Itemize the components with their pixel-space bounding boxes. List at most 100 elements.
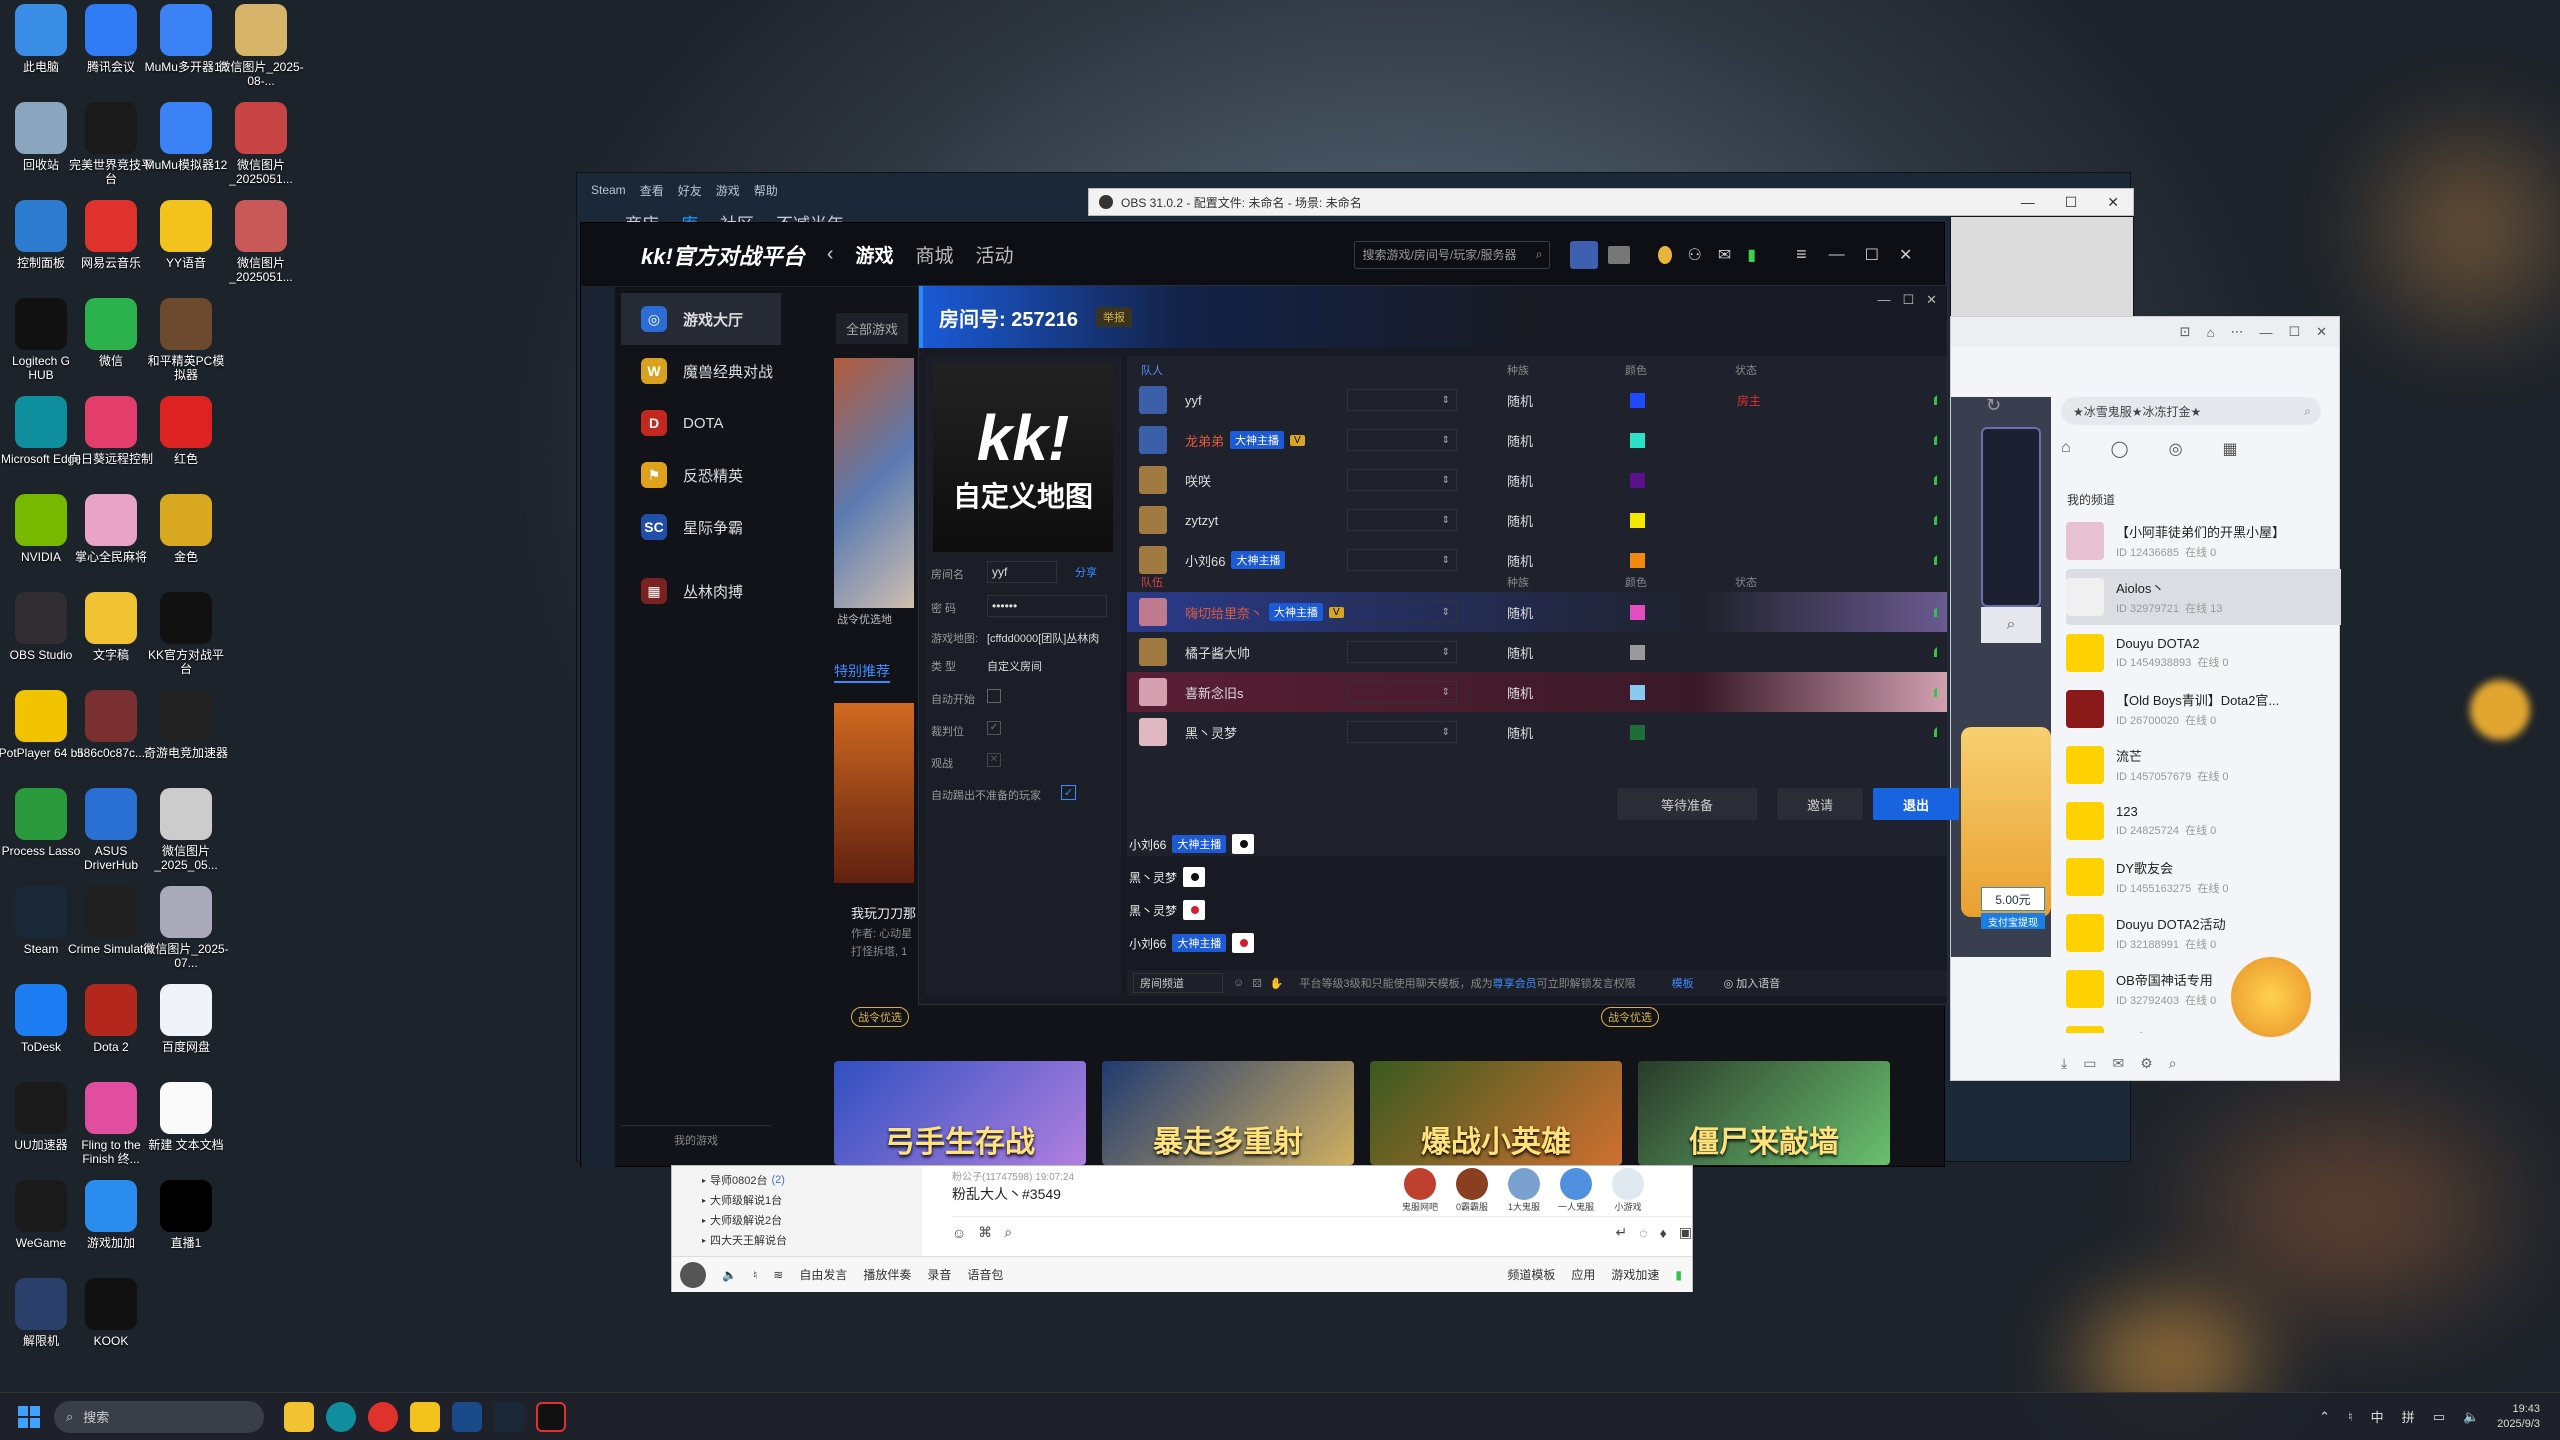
desktop-icon[interactable]: 奇游电竞加速器 [141,690,231,786]
report-button[interactable]: 举报 [1095,307,1132,327]
room-name-input[interactable]: yyf [987,561,1057,583]
yy-icon[interactable] [410,1401,440,1432]
download-icon[interactable]: ⤓ [2061,1055,2067,1072]
accompany-button[interactable]: 播放伴奏 [863,1266,911,1283]
slot-select[interactable]: ⇕ [1347,681,1457,703]
game-banner[interactable]: 僵尸来敲墙 [1638,1061,1890,1165]
volume-icon[interactable]: 🔈 [2463,1409,2479,1425]
channel-item[interactable]: 流芒 ID 1457057679 在线 0 [2066,737,2341,793]
steam-menu-friends[interactable]: 好友 [678,182,702,199]
race-value[interactable]: 随机 [1507,723,1547,742]
enter-icon[interactable]: ↵ [1616,1224,1628,1241]
guest-avatar[interactable]: 0霸霸服 [1449,1168,1495,1213]
skin-icon[interactable]: ⌂ [2207,325,2215,340]
nav-games[interactable]: 游戏 [855,241,893,268]
search-icon[interactable]: ⌕ [2304,404,2311,419]
nav-events[interactable]: 活动 [976,241,1014,268]
color-swatch[interactable] [1630,552,1645,568]
explorer-icon[interactable] [284,1401,314,1432]
channel-item[interactable]: Aiolos丶 ID 32979721 在线 13 [2066,569,2341,625]
color-swatch[interactable] [1630,512,1645,528]
channel-tree-item[interactable]: ▸ 大师级解说2台 [702,1210,892,1230]
minimize-icon[interactable]: — [1829,246,1845,264]
race-value[interactable]: 随机 [1507,683,1547,702]
player-row[interactable]: 龙弟弟 大神主播 V ⇕ 随机 [1127,420,1947,460]
chevron-up-icon[interactable]: ⌃ [2319,1409,2330,1425]
mic-icon[interactable]: ♦ [1660,1225,1667,1241]
steam-menu-help[interactable]: 帮助 [754,182,778,199]
start-icon[interactable] [18,1405,40,1428]
player-row[interactable]: 咲咲 ⇕ 随机 [1127,460,1947,500]
player-row[interactable]: 喜新念旧s ⇕ 随机 [1127,672,1947,712]
desktop-icon[interactable]: 红色 [141,396,231,492]
guest-avatar[interactable]: 小游戏 [1605,1168,1651,1213]
player-row[interactable]: 小刘66 大神主播 ⇕ 随机 [1127,540,1947,580]
clock[interactable]: 19:43 2025/9/3 [2497,1402,2540,1432]
close-icon[interactable]: ✕ [1926,292,1937,308]
race-value[interactable]: 随机 [1507,471,1547,490]
desktop-icon[interactable]: 微信图片_2025_05... [141,788,231,884]
race-value[interactable]: 随机 [1507,551,1547,570]
game-icon[interactable]: ⌘ [978,1224,992,1241]
hero-banner[interactable] [834,358,914,608]
back-icon[interactable]: ‹ [827,243,834,266]
search-icon[interactable]: ⌕ [1981,607,2041,643]
emoji-icon[interactable]: ☺ [952,1225,966,1241]
dice-icon[interactable]: ⚄ [1252,977,1262,990]
color-swatch[interactable] [1630,392,1645,408]
password-input[interactable]: •••••• [987,595,1107,617]
slot-select[interactable]: ⇕ [1347,389,1457,411]
coin-icon[interactable] [1657,245,1672,264]
desktop-icon[interactable]: 金色 [141,494,231,590]
race-value[interactable]: 随机 [1507,603,1547,622]
mic-icon[interactable]: ♮ [2348,1409,2353,1425]
minimize-icon[interactable]: — [2021,194,2035,211]
settings-icon[interactable]: ⚙ [2140,1055,2153,1072]
channel-item[interactable]: Douyu DOTA2活动 ID 32188991 在线 0 [2066,905,2341,961]
join-voice-button[interactable]: ◎ 加入语音 [1724,975,1781,991]
channel-item[interactable]: Douyu DOTA2 ID 1454938893 在线 0 [2066,625,2341,681]
chat-icon[interactable]: ◌ [1639,1225,1647,1241]
search-icon[interactable]: ⌕ [2169,1055,2177,1072]
voice-pack-button[interactable]: 语音包 [967,1266,1003,1283]
refresh-icon[interactable]: ↻ [1986,395,2001,416]
speaker-icon[interactable]: 🔈 [722,1268,737,1282]
slot-select[interactable]: ⇕ [1347,721,1457,743]
player-row[interactable]: yyf ⇕ 随机 房主 [1127,380,1947,420]
desktop-icon[interactable]: 新建 文本文档 [141,1082,231,1178]
share-button[interactable]: 分享 [1075,564,1097,580]
friends-icon[interactable]: ◎ [2169,439,2183,459]
featured-card[interactable] [834,703,914,883]
user-icon[interactable]: ◯ [2111,439,2129,459]
steam-logo[interactable]: Steam [591,183,626,197]
player-row[interactable]: 嗨切给里奈丶 大神主播 V ⇕ 随机 [1127,592,1947,632]
sidebar-item[interactable]: SC 星际争霸 [621,501,781,553]
slot-select[interactable]: ⇕ [1347,509,1457,531]
mic-icon[interactable]: ♮ [753,1268,757,1282]
kick-checkbox[interactable]: ✓ [1061,785,1076,800]
mail-icon[interactable]: ✉ [1718,245,1731,265]
channel-template-button[interactable]: 频道模板 [1507,1266,1555,1283]
maximize-icon[interactable]: ☐ [1865,245,1879,265]
desktop-icon[interactable]: 微信图片_2025-07... [141,886,231,982]
channel-tree-item[interactable]: ▸ 四大天王解说台 [702,1230,892,1250]
avatar[interactable] [680,1261,706,1288]
race-value[interactable]: 随机 [1507,431,1547,450]
my-games-link[interactable]: 我的游戏 [621,1125,771,1153]
qq-channel-window[interactable]: ⊡ ⌂ ⋯ — ☐ ✕ ★冰雪鬼服★冰冻打金★ ⌕ ↻ ⌕ 5.00元 支付宝提… [1950,316,2341,1081]
race-value[interactable]: 随机 [1507,391,1547,410]
desktop-icon[interactable]: 和平精英PC模拟器 [141,298,231,394]
mixer-icon[interactable]: ≋ [773,1268,783,1282]
tab-featured[interactable]: 特别推荐 [834,661,890,683]
race-value[interactable]: 随机 [1507,511,1547,530]
home-icon[interactable]: ⌂ [2061,439,2071,459]
channel-tree-item[interactable]: ▸ 大师级解说1台 [702,1190,892,1210]
yy-window[interactable]: ▸ 导师0802台 (2) ▸ 大师级解说1台 ▸ 大师级解说2台 ▸ 四大天王解说台 粉公子(… [671,1165,1693,1292]
color-swatch[interactable] [1630,644,1645,660]
invite-button[interactable]: 邀请 [1777,788,1863,820]
guest-avatar[interactable]: 鬼服网吧 [1397,1168,1443,1213]
auto-start-checkbox[interactable] [987,689,1001,703]
guest-avatar[interactable]: 一人鬼服 [1553,1168,1599,1213]
channel-item[interactable]: 【Old Boys青训】Dota2官... ID 26700020 在线 0 [2066,681,2341,737]
channel-select[interactable]: 房间频道 [1133,973,1223,993]
